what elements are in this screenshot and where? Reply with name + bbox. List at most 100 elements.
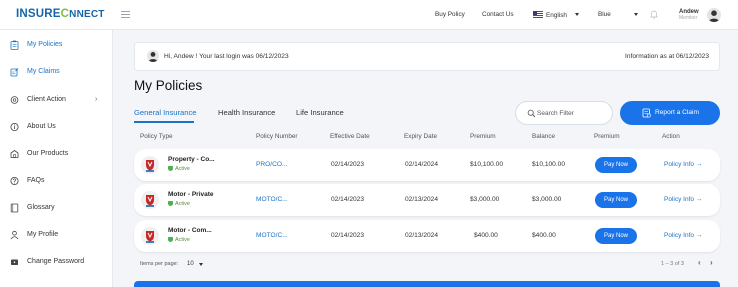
language-select[interactable]: English xyxy=(533,11,567,19)
menu-toggle-icon[interactable] xyxy=(121,11,130,18)
claims-icon xyxy=(10,68,19,77)
language-chevron-down-icon[interactable] xyxy=(575,13,579,16)
last-login-message: Hi, Andew ! Your last login was 06/12/20… xyxy=(164,53,289,60)
info-icon xyxy=(10,123,19,131)
brand-logo[interactable]: INSURECNNECT xyxy=(16,8,105,20)
products-icon xyxy=(10,150,19,158)
book-icon xyxy=(10,203,19,213)
sidebar-item-label: Glossary xyxy=(27,204,55,211)
policy-number-link[interactable]: MOTO/C... xyxy=(256,196,288,203)
us-flag-icon xyxy=(533,11,543,18)
pay-now-button[interactable]: Pay Now xyxy=(595,228,637,244)
balance-amount: $3,000.00 xyxy=(532,196,562,203)
table-row: Motor - Private Active MOTO/C... 02/14/2… xyxy=(134,184,720,216)
expiry-date: 02/13/2024 xyxy=(405,196,439,203)
report-a-claim-label: Report a Claim xyxy=(655,109,699,116)
items-per-page-label: Items per page: xyxy=(140,261,179,267)
effective-date: 02/14/2023 xyxy=(331,232,365,239)
sidebar-item-label: About Us xyxy=(27,123,56,130)
policy-type: Property - Co... xyxy=(168,156,215,163)
column-header-balance: Balance xyxy=(532,133,556,140)
sidebar-item-client-action[interactable]: Client Action › xyxy=(0,91,113,109)
sidebar-item-about-us[interactable]: About Us xyxy=(0,118,113,136)
policy-type: Motor - Com... xyxy=(168,227,212,234)
report-icon xyxy=(642,108,651,118)
previous-page-button[interactable]: ‹ xyxy=(698,258,701,267)
premium-amount: $10,100.00 xyxy=(470,161,504,168)
insurer-logo xyxy=(141,191,159,209)
report-a-claim-button[interactable]: Report a Claim xyxy=(620,101,720,125)
sidebar-item-change-password[interactable]: Change Password xyxy=(0,253,113,271)
theme-select[interactable]: Blue xyxy=(598,11,611,18)
tab-general-insurance[interactable]: General Insurance xyxy=(134,108,196,117)
pagination-range: 1 – 3 of 3 xyxy=(661,261,684,267)
status-label: Active xyxy=(175,166,190,172)
active-tab-indicator xyxy=(134,121,194,123)
policy-number-link[interactable]: MOTO/C... xyxy=(256,232,288,239)
sidebar-item-glossary[interactable]: Glossary xyxy=(0,199,113,217)
tab-life-insurance[interactable]: Life Insurance xyxy=(296,108,344,117)
status-label: Active xyxy=(175,201,190,207)
top-bar: INSURECNNECT Buy Policy Contact Us Engli… xyxy=(0,0,738,30)
search-icon xyxy=(527,109,536,118)
sidebar-item-my-profile[interactable]: My Profile xyxy=(0,226,113,244)
language-label: English xyxy=(546,12,567,19)
sidebar-item-my-policies[interactable]: My Policies xyxy=(0,36,113,54)
policy-info-link[interactable]: Policy Info → xyxy=(664,196,702,203)
user-role: Member xyxy=(679,15,698,21)
table-row: Motor - Com... Active MOTO/C... 02/14/20… xyxy=(134,220,720,252)
chevron-right-icon: › xyxy=(95,96,98,103)
search-placeholder: Search Filter xyxy=(537,110,574,117)
items-per-page-chevron-down-icon[interactable] xyxy=(199,263,203,266)
policy-type: Motor - Private xyxy=(168,191,214,198)
column-header-policy-number: Policy Number xyxy=(256,133,298,140)
effective-date: 02/14/2023 xyxy=(331,196,365,203)
bell-icon[interactable] xyxy=(650,10,658,19)
column-header-policy-type: Policy Type xyxy=(140,133,173,140)
status-badge: Active xyxy=(168,201,190,207)
bottom-banner xyxy=(134,281,720,287)
welcome-banner: Hi, Andew ! Your last login was 06/12/20… xyxy=(134,42,720,71)
sidebar-item-label: Client Action xyxy=(27,96,66,103)
next-page-button[interactable]: › xyxy=(710,258,713,267)
search-filter-input[interactable]: Search Filter xyxy=(515,101,613,125)
sidebar-item-faqs[interactable]: FAQs xyxy=(0,172,113,190)
effective-date: 02/14/2023 xyxy=(331,161,365,168)
insurer-logo xyxy=(141,227,159,245)
logo-text-c: C xyxy=(60,8,70,20)
sidebar-item-our-products[interactable]: Our Products xyxy=(0,145,113,163)
premium-amount: $3,000.00 xyxy=(470,196,500,203)
shield-logo-icon xyxy=(146,231,154,243)
user-avatar-icon xyxy=(148,52,158,62)
pay-now-button[interactable]: Pay Now xyxy=(595,157,637,173)
logo-text-nnect: NNECT xyxy=(69,9,105,20)
insurer-logo xyxy=(141,156,159,174)
policy-number-link[interactable]: PRO/CO... xyxy=(256,161,288,168)
pay-now-button[interactable]: Pay Now xyxy=(595,192,637,208)
information-date: Information as at 06/12/2023 xyxy=(625,53,709,60)
question-icon xyxy=(10,177,19,185)
tab-health-insurance[interactable]: Health Insurance xyxy=(218,108,275,117)
policy-info-link[interactable]: Policy Info → xyxy=(664,232,702,239)
avatar[interactable] xyxy=(707,8,721,22)
column-header-premium: Premium xyxy=(470,133,496,140)
sidebar-item-label: Our Products xyxy=(27,150,69,157)
expiry-date: 02/13/2024 xyxy=(405,232,439,239)
items-per-page-select[interactable]: 10 xyxy=(187,261,194,267)
policy-info-link[interactable]: Policy Info → xyxy=(664,161,702,168)
premium-amount: $400.00 xyxy=(474,232,498,239)
sidebar-item-my-claims[interactable]: My Claims xyxy=(0,63,113,81)
balance-amount: $10,100.00 xyxy=(532,161,566,168)
sidebar-item-label: My Claims xyxy=(27,68,60,75)
contact-us-link[interactable]: Contact Us xyxy=(482,11,514,18)
column-header-premium-pay: Premium xyxy=(594,133,620,140)
sidebar-item-label: My Profile xyxy=(27,231,59,238)
expiry-date: 02/14/2024 xyxy=(405,161,439,168)
logo-text-insure: INSURE xyxy=(16,8,61,20)
status-badge: Active xyxy=(168,237,190,243)
status-badge: Active xyxy=(168,166,190,172)
buy-policy-link[interactable]: Buy Policy xyxy=(435,11,465,18)
shield-check-icon xyxy=(168,237,173,242)
user-avatar-icon xyxy=(708,10,720,22)
theme-chevron-down-icon[interactable] xyxy=(634,13,638,16)
